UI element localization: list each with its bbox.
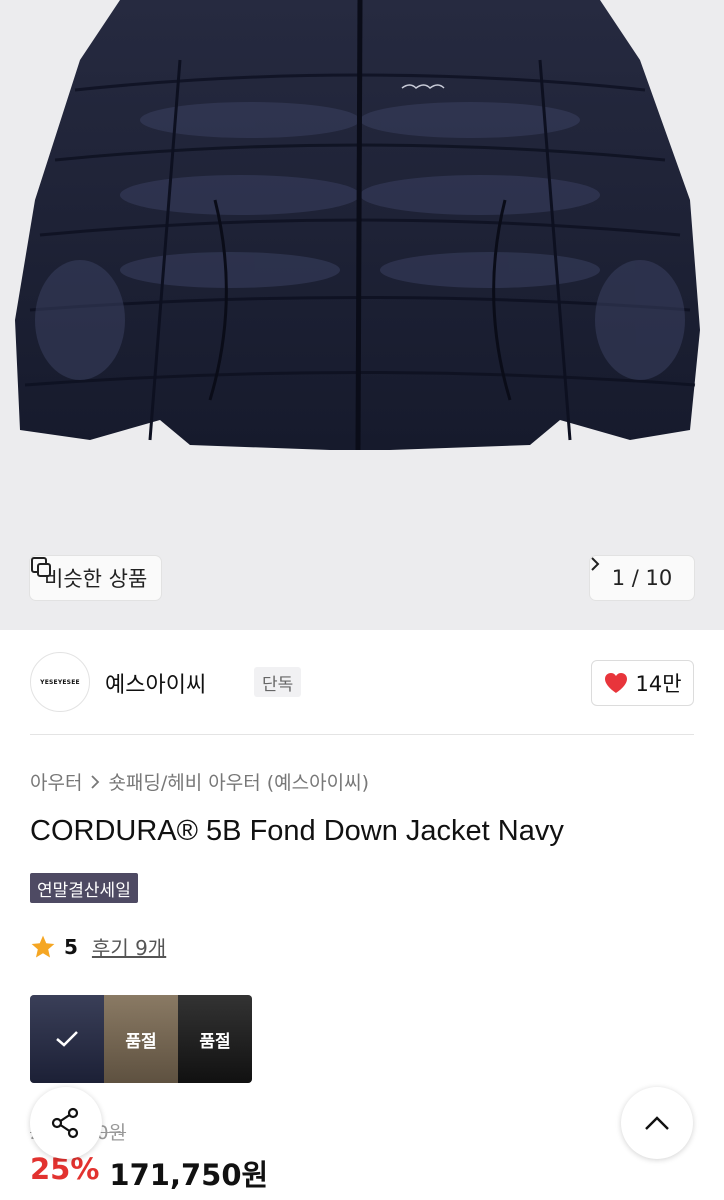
image-counter[interactable]: 1 / 10 — [590, 556, 694, 600]
like-button[interactable]: 14만 — [591, 660, 694, 706]
heart-icon — [605, 673, 628, 693]
chevron-up-icon — [645, 1116, 669, 1130]
rating-score: 5 — [64, 934, 78, 959]
check-icon — [56, 1031, 78, 1047]
sale-badge: 연말결산세일 — [30, 873, 138, 903]
rating: 5 후기 9개 — [30, 932, 166, 961]
product-title: CORDURA® 5B Fond Down Jacket Navy — [30, 815, 564, 847]
breadcrumb: 아우터 숏패딩/헤비 아우터 (예스아이씨) — [30, 768, 369, 795]
color-options: 품절 품절 — [30, 995, 252, 1083]
breadcrumb-category[interactable]: 아우터 — [30, 768, 82, 795]
jacket-illustration — [15, 0, 700, 451]
divider — [30, 734, 694, 735]
review-link[interactable]: 후기 9개 — [92, 932, 166, 961]
brand-row: YESEYESEE 예스아이씨 단독 14만 — [30, 652, 694, 712]
chevron-right-icon — [591, 557, 600, 571]
star-icon — [31, 935, 55, 958]
similar-products-button[interactable]: 비슷한 상품 — [30, 556, 162, 600]
sold-out-label: 품절 — [125, 1031, 157, 1052]
color-option-black[interactable]: 품절 — [178, 995, 252, 1083]
image-counter-text: 1 / 10 — [611, 566, 673, 590]
brand-name[interactable]: 예스아이씨 — [105, 667, 206, 699]
similar-icon — [31, 557, 51, 577]
brand-logo[interactable]: YESEYESEE — [30, 652, 90, 712]
scroll-top-button[interactable] — [621, 1087, 693, 1159]
color-option-brown[interactable]: 품절 — [104, 995, 178, 1083]
similar-products-label: 비슷한 상품 — [44, 567, 148, 591]
sale-price: 171,750원 — [109, 1158, 269, 1192]
color-option-navy[interactable] — [30, 995, 104, 1083]
share-button[interactable] — [30, 1087, 102, 1159]
product-image[interactable]: 비슷한 상품 1 / 10 — [0, 0, 724, 630]
share-icon — [51, 1107, 79, 1139]
brand-logo-text: YESEYESEE — [40, 678, 80, 686]
chevron-right-icon — [91, 774, 100, 789]
sold-out-label: 품절 — [199, 1031, 231, 1052]
exclusive-badge: 단독 — [254, 667, 302, 697]
breadcrumb-subcategory[interactable]: 숏패딩/헤비 아우터 (예스아이씨) — [108, 768, 369, 795]
like-count: 14만 — [635, 672, 682, 696]
